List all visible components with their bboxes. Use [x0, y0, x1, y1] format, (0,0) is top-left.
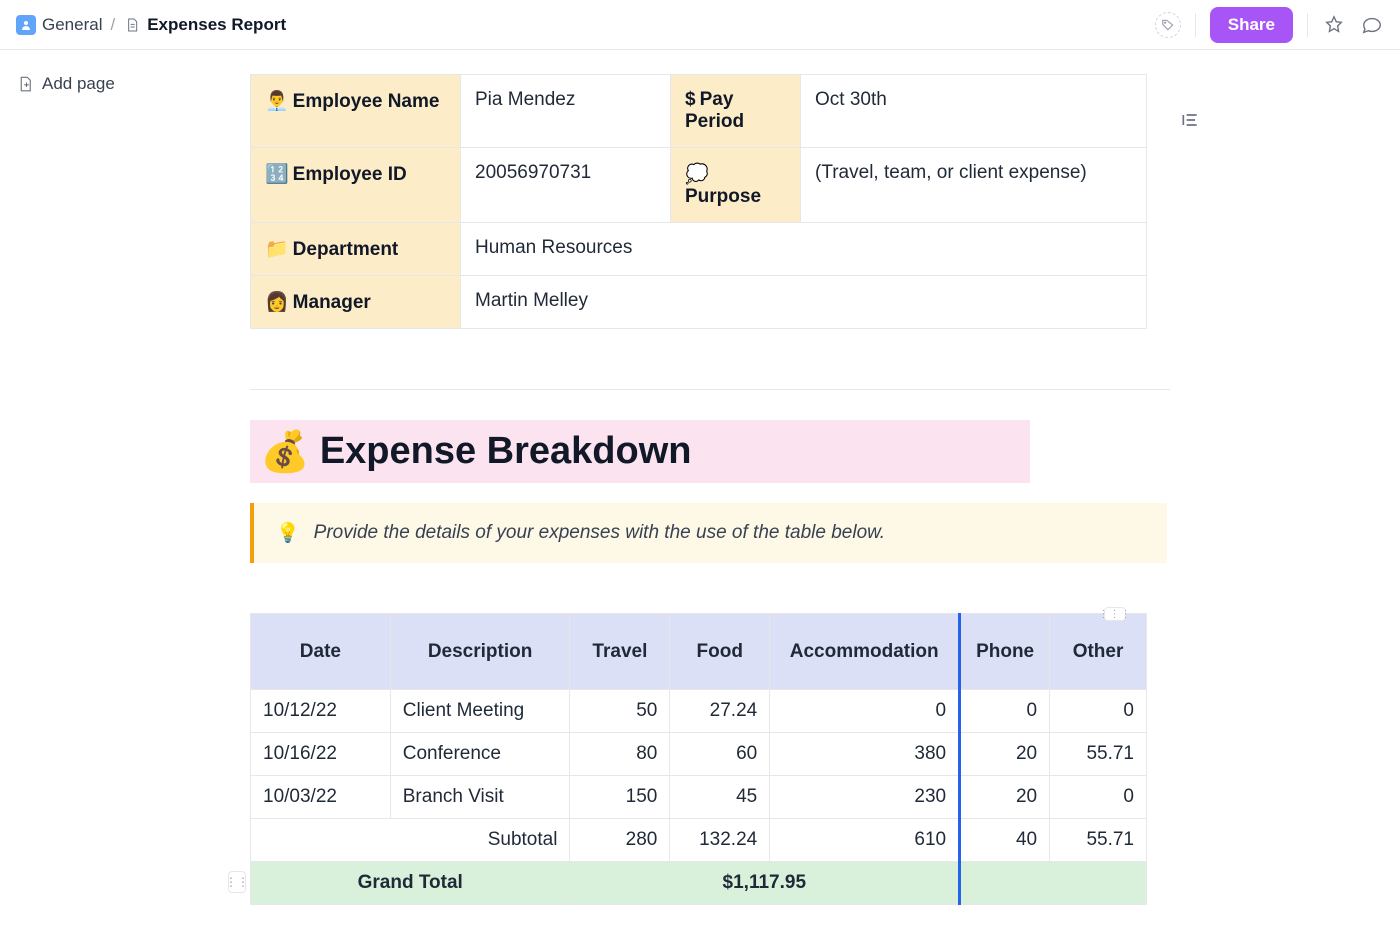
- cell-phone[interactable]: 20: [960, 733, 1050, 776]
- add-page-label: Add page: [42, 74, 115, 94]
- moneybag-emoji-icon: 💰: [260, 428, 310, 475]
- pay-period-value[interactable]: Oct 30th: [801, 75, 1147, 148]
- grandtotal-label[interactable]: Grand Total: [251, 862, 570, 905]
- cell-description[interactable]: Client Meeting: [390, 690, 570, 733]
- table-row: 👨‍💼Employee Name Pia Mendez $Pay Period …: [251, 75, 1147, 148]
- cell-date[interactable]: 10/16/22: [251, 733, 391, 776]
- thought-emoji-icon: 💭: [685, 164, 709, 185]
- cell-food[interactable]: 45: [670, 776, 770, 819]
- cell-date[interactable]: 10/03/22: [251, 776, 391, 819]
- col-other[interactable]: Other: [1050, 614, 1147, 690]
- breadcrumb-current[interactable]: Expenses Report: [123, 15, 286, 35]
- divider: [1307, 13, 1308, 37]
- cell-other[interactable]: 55.71: [1050, 733, 1147, 776]
- topbar: General / Expenses Report Share: [0, 0, 1400, 50]
- bulb-emoji-icon: 💡: [276, 521, 300, 545]
- expense-table: Date Description Travel Food Accommodati…: [250, 613, 1147, 905]
- grandtotal-empty[interactable]: [960, 862, 1147, 905]
- manager-label[interactable]: 👩Manager: [251, 276, 461, 329]
- add-page-button[interactable]: Add page: [16, 74, 250, 94]
- breadcrumb-root[interactable]: General: [16, 15, 102, 35]
- add-page-icon: [16, 75, 34, 93]
- section-heading: 💰 Expense Breakdown: [250, 420, 1030, 483]
- top-actions: Share: [1155, 7, 1384, 43]
- cell-other[interactable]: 0: [1050, 690, 1147, 733]
- dollar-emoji-icon: $: [685, 89, 696, 110]
- grandtotal-row: Grand Total $1,117.95: [251, 862, 1147, 905]
- subtotal-other[interactable]: 55.71: [1050, 819, 1147, 862]
- cell-description[interactable]: Conference: [390, 733, 570, 776]
- numbers-emoji-icon: 🔢: [265, 164, 289, 185]
- col-accommodation[interactable]: Accommodation: [770, 614, 960, 690]
- woman-emoji-icon: 👩: [265, 292, 289, 313]
- cell-travel[interactable]: 50: [570, 690, 670, 733]
- table-row: 🔢Employee ID 20056970731 💭Purpose (Trave…: [251, 148, 1147, 223]
- comment-icon[interactable]: [1360, 13, 1384, 37]
- table-row: 10/16/22 Conference 80 60 380 20 55.71: [251, 733, 1147, 776]
- purpose-label[interactable]: 💭Purpose: [671, 148, 801, 223]
- subtotal-label[interactable]: Subtotal: [251, 819, 570, 862]
- main-content: 👨‍💼Employee Name Pia Mendez $Pay Period …: [250, 50, 1170, 945]
- info-table: 👨‍💼Employee Name Pia Mendez $Pay Period …: [250, 74, 1147, 329]
- cell-other[interactable]: 0: [1050, 776, 1147, 819]
- subtotal-row: Subtotal 280 132.24 610 40 55.71: [251, 819, 1147, 862]
- pay-period-label[interactable]: $Pay Period: [671, 75, 801, 148]
- col-travel[interactable]: Travel: [570, 614, 670, 690]
- employee-name-label[interactable]: 👨‍💼Employee Name: [251, 75, 461, 148]
- subtotal-phone[interactable]: 40: [960, 819, 1050, 862]
- table-row: 📁Department Human Resources: [251, 223, 1147, 276]
- employee-id-value[interactable]: 20056970731: [461, 148, 671, 223]
- breadcrumb-current-label: Expenses Report: [147, 15, 286, 35]
- right-sidebar: [1170, 50, 1400, 945]
- divider: [1195, 13, 1196, 37]
- col-food[interactable]: Food: [670, 614, 770, 690]
- callout-text: Provide the details of your expenses wit…: [314, 522, 885, 544]
- employee-id-label[interactable]: 🔢Employee ID: [251, 148, 461, 223]
- column-drag-handle[interactable]: ⋮⋮⋮: [1104, 607, 1126, 621]
- cell-accommodation[interactable]: 0: [770, 690, 960, 733]
- col-date[interactable]: Date: [251, 614, 391, 690]
- table-row: 10/03/22 Branch Visit 150 45 230 20 0: [251, 776, 1147, 819]
- department-value[interactable]: Human Resources: [461, 223, 1147, 276]
- star-icon[interactable]: [1322, 13, 1346, 37]
- tag-button[interactable]: [1155, 12, 1181, 38]
- folder-emoji-icon: 📁: [265, 239, 289, 260]
- cell-description[interactable]: Branch Visit: [390, 776, 570, 819]
- callout: 💡 Provide the details of your expenses w…: [250, 503, 1167, 563]
- toc-icon[interactable]: [1180, 110, 1202, 132]
- person-icon: [16, 15, 36, 35]
- cell-date[interactable]: 10/12/22: [251, 690, 391, 733]
- section-title: Expense Breakdown: [320, 430, 692, 473]
- row-drag-handle[interactable]: ⋮⋮: [228, 871, 246, 893]
- breadcrumb: General / Expenses Report: [16, 15, 286, 35]
- col-phone[interactable]: Phone: [960, 614, 1050, 690]
- cell-accommodation[interactable]: 230: [770, 776, 960, 819]
- grandtotal-value[interactable]: $1,117.95: [570, 862, 960, 905]
- table-row: 10/12/22 Client Meeting 50 27.24 0 0 0: [251, 690, 1147, 733]
- cell-travel[interactable]: 80: [570, 733, 670, 776]
- purpose-value[interactable]: (Travel, team, or client expense): [801, 148, 1147, 223]
- table-row: 👩Manager Martin Melley: [251, 276, 1147, 329]
- department-label[interactable]: 📁Department: [251, 223, 461, 276]
- cell-travel[interactable]: 150: [570, 776, 670, 819]
- cell-accommodation[interactable]: 380: [770, 733, 960, 776]
- person-emoji-icon: 👨‍💼: [265, 91, 289, 112]
- table-header-row: Date Description Travel Food Accommodati…: [251, 614, 1147, 690]
- subtotal-food[interactable]: 132.24: [670, 819, 770, 862]
- subtotal-accommodation[interactable]: 610: [770, 819, 960, 862]
- cell-food[interactable]: 27.24: [670, 690, 770, 733]
- subtotal-travel[interactable]: 280: [570, 819, 670, 862]
- col-description[interactable]: Description: [390, 614, 570, 690]
- share-button[interactable]: Share: [1210, 7, 1293, 43]
- cell-phone[interactable]: 0: [960, 690, 1050, 733]
- divider: [250, 389, 1170, 390]
- breadcrumb-sep: /: [110, 15, 115, 35]
- document-icon: [123, 16, 141, 34]
- breadcrumb-root-label: General: [42, 15, 102, 35]
- cell-phone[interactable]: 20: [960, 776, 1050, 819]
- cell-food[interactable]: 60: [670, 733, 770, 776]
- employee-name-value[interactable]: Pia Mendez: [461, 75, 671, 148]
- left-sidebar: Add page: [0, 50, 250, 945]
- manager-value[interactable]: Martin Melley: [461, 276, 1147, 329]
